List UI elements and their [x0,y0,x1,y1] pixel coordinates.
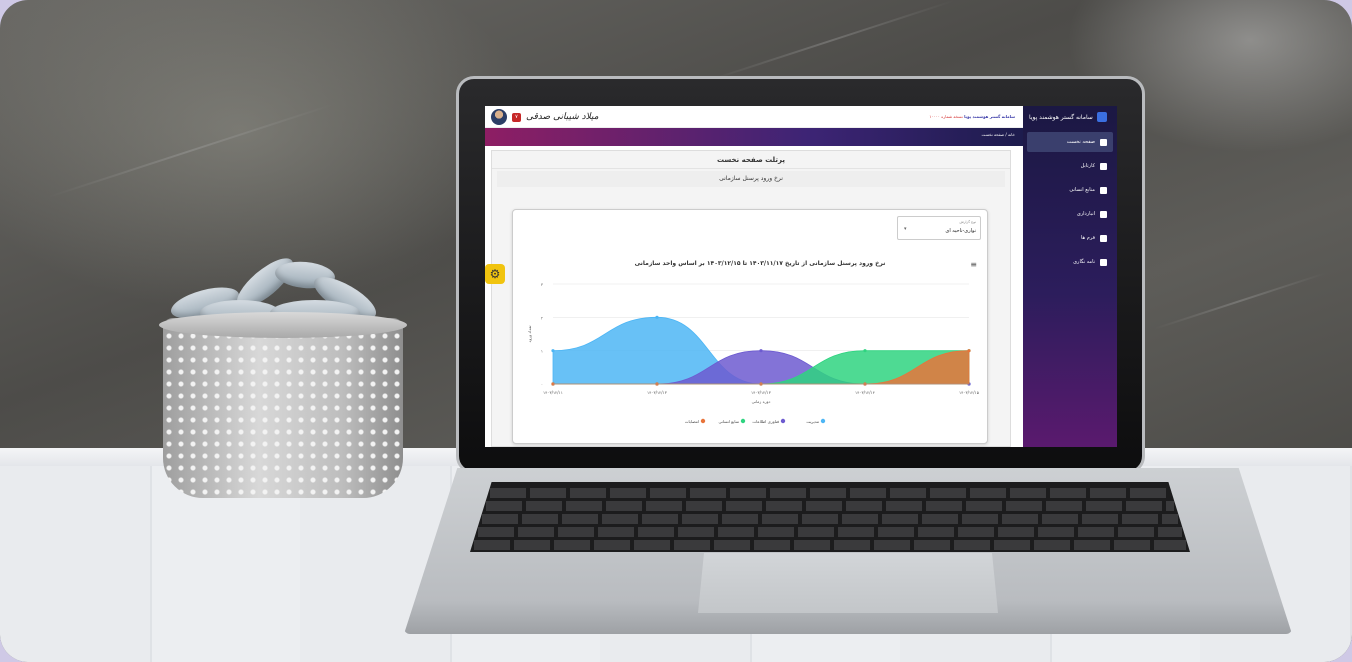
y-tick-label: ۲ [541,315,543,320]
user-menu[interactable]: ۷ میلاد شیبانی صدقی [491,109,599,125]
settings-gear-icon[interactable]: ⚙ [485,264,505,284]
x-tick-label: ۱۴۰۳/۱۲/۱۵ [959,390,979,395]
system-version: نسخه شماره ۱۰۰۰۰ [929,114,963,119]
x-tick-label: ۱۴۰۳/۱۲/۱۳ [751,390,772,395]
select-value: نواری-ناحیه ای [945,228,976,234]
legend-marker [740,418,746,424]
sidebar-item-2[interactable]: منابع انسانی [1027,180,1113,200]
legend-label: فناوری اطلاعات [752,419,779,424]
plant-pot [159,312,407,498]
sidebar-item-label: منابع انسانی [1069,187,1095,193]
page-title: پرتلت صفحه نخست [492,151,1010,169]
sidebar-item-1[interactable]: کارتابل [1027,156,1113,176]
data-point [863,349,867,353]
y-tick-label: ۳ [541,282,544,287]
avatar[interactable] [491,109,507,125]
chevron-down-icon: ▾ [904,226,907,232]
legend-marker [820,418,826,424]
sidebar-item-3[interactable]: انبارداری [1027,204,1113,224]
system-sub: سامانه گستر هوشمند پویا [964,114,1015,119]
sidebar: سامانه گستر هوشمند پویا صفحه نخست کارتابل… [1023,106,1117,447]
sidebar-item-5[interactable]: نامه نگاری [1027,252,1113,272]
sidebar-item-label: کارتابل [1080,163,1095,169]
legend-label: منابع انسانی [718,419,739,424]
sidebar-item-label: نامه نگاری [1073,259,1095,265]
main-content: پرتلت صفحه نخست نرخ ورود پرسنل سازمانی ن… [491,150,1011,447]
sidebar-item-4[interactable]: فرم ها [1027,228,1113,248]
report-type-select[interactable]: نوع گزارش نواری-ناحیه ای ▾ [897,216,981,240]
user-icon [1100,186,1107,194]
sidebar-item-label: انبارداری [1076,211,1095,217]
legend-marker [780,418,786,424]
breadcrumb-bar: خانه / صفحه نخست [485,128,1023,146]
briefcase-icon [1100,162,1107,170]
notification-badge[interactable]: ۷ [512,112,521,122]
laptop-trackpad [698,553,998,613]
sidebar-item-label: فرم ها [1081,235,1095,241]
chart-menu-icon[interactable]: ≡ [970,260,977,269]
laptop-screen: سامانه گستر هوشمند پویا صفحه نخست کارتابل… [485,106,1117,447]
legend-marker [700,418,706,424]
chart-card: نوع گزارش نواری-ناحیه ای ▾ نرخ ورود پرسن… [512,209,988,444]
data-point [967,349,971,353]
data-point [655,315,659,319]
y-tick-label: ۱ [541,349,543,354]
brand: سامانه گستر هوشمند پویا [1023,106,1117,128]
chart-title: نرخ ورود پرسنل سازمانی از تاریخ ۱۴۰۳/۱۱/… [634,260,886,267]
home-icon [1100,138,1107,146]
data-point [551,349,555,353]
logo-icon [1096,112,1107,122]
system-title: سامانه گستر هوشمند پویا نسخه شماره ۱۰۰۰۰ [929,114,1015,119]
select-label: نوع گزارش [959,220,976,224]
x-axis-label: دوره زمانی [752,399,771,404]
data-point [759,349,763,353]
list-icon [1100,210,1107,218]
mail-icon [1100,258,1107,266]
x-tick-label: ۱۴۰۳/۱۲/۱۴ [855,390,875,395]
photo-background: سامانه گستر هوشمند پویا صفحه نخست کارتابل… [0,0,1352,662]
y-tick-label: ۰ [541,382,543,387]
legend-label: مدیریت [806,419,819,424]
file-icon [1100,234,1107,242]
legend-label: انتصابات [685,419,699,424]
sidebar-item-0[interactable]: صفحه نخست [1027,132,1113,152]
x-tick-label: ۱۴۰۳/۱۲/۱۱ [543,390,563,395]
x-tick-label: ۱۴۰۳/۱۲/۱۳ [647,390,668,395]
y-axis-label: تعداد ورود [527,326,532,343]
top-bar: ۷ میلاد شیبانی صدقی سامانه گستر هوشمند پ… [485,106,1023,128]
breadcrumb[interactable]: خانه / صفحه نخست [982,132,1015,137]
system-name: سامانه گستر هوشمند پویا [1029,113,1093,121]
user-name: میلاد شیبانی صدقی [526,112,599,122]
laptop-keyboard [470,482,1190,552]
section-title: نرخ ورود پرسنل سازمانی [497,171,1005,187]
sidebar-item-label: صفحه نخست [1066,139,1095,145]
area-chart: ۰ ۱ ۲ ۳ ۱۴۰۳/۱۲/۱۱ ۱۴۰۳/۱۲/۱۳ ۱۴۰۳/۱۲/۱۳ ۱۴۰۳/۱… [527,282,979,424]
